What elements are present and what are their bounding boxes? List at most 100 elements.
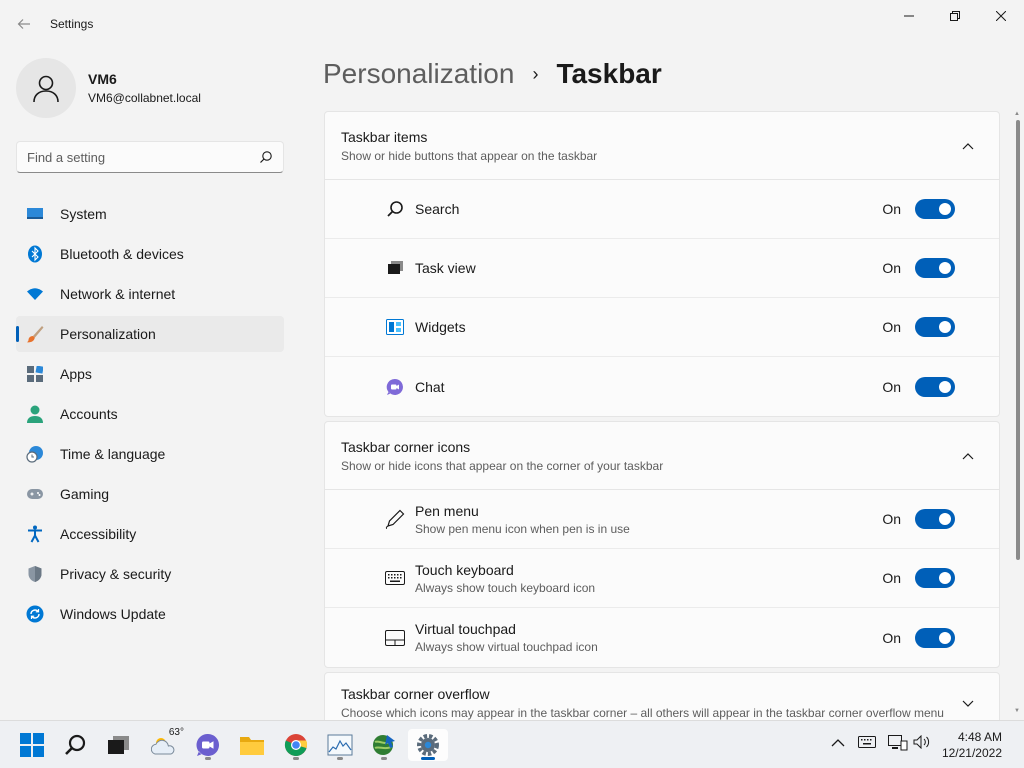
setting-row-search: Search On: [325, 180, 999, 239]
system-clock[interactable]: 4:48 AM 12/21/2022: [942, 729, 1002, 761]
sidebar-item-bluetooth[interactable]: Bluetooth & devices: [16, 236, 284, 272]
chrome-icon: [284, 734, 308, 756]
sidebar-item-label: Network & internet: [60, 286, 176, 302]
toggle-state-text: On: [882, 201, 901, 217]
wifi-icon: [26, 285, 44, 303]
search-toggle[interactable]: [915, 199, 955, 219]
setting-label: Virtual touchpad: [415, 621, 516, 637]
sidebar-item-time-language[interactable]: Time & language: [16, 436, 284, 472]
breadcrumb: Personalization › Taskbar: [323, 58, 662, 90]
taskbar-items-header[interactable]: Taskbar items Show or hide buttons that …: [325, 112, 999, 180]
performance-monitor-button[interactable]: [320, 729, 360, 761]
sidebar-item-label: Accessibility: [60, 526, 137, 542]
volume-icon[interactable]: [913, 734, 931, 752]
task-view-toggle[interactable]: [915, 258, 955, 278]
widgets-toggle[interactable]: [915, 317, 955, 337]
virtual-touchpad-toggle[interactable]: [915, 627, 955, 648]
scroll-down-arrow[interactable]: ▼: [1014, 708, 1020, 714]
profile-email: VM6@collabnet.local: [88, 91, 201, 105]
setting-description: Always show touch keyboard icon: [415, 580, 596, 595]
sidebar-item-windows-update[interactable]: Windows Update: [16, 596, 284, 632]
setting-description: Always show virtual touchpad icon: [415, 640, 598, 654]
back-button[interactable]: [12, 12, 36, 36]
taskbar-search-button[interactable]: [56, 729, 96, 761]
taskbar-items-card: Taskbar items Show or hide buttons that …: [324, 111, 1000, 417]
setting-row-task-view: Task view On: [325, 239, 999, 298]
accounts-icon: [26, 405, 44, 423]
sidebar-item-accounts[interactable]: Accounts: [16, 396, 284, 432]
pen-menu-toggle[interactable]: [915, 509, 955, 529]
restore-icon: [950, 11, 960, 21]
brush-icon: [26, 325, 44, 343]
breadcrumb-separator: ›: [532, 63, 539, 84]
chat-icon: [196, 733, 220, 756]
close-button[interactable]: [978, 0, 1024, 32]
widgets-weather-button[interactable]: 63°: [144, 727, 184, 761]
search-box[interactable]: [16, 141, 284, 173]
sidebar-item-system[interactable]: System: [16, 196, 284, 232]
setting-label: Touch keyboard: [415, 561, 514, 578]
setting-label: Task view: [415, 260, 476, 276]
task-view-icon: [108, 736, 129, 754]
keyboard-icon[interactable]: [858, 735, 876, 751]
avatar: [16, 58, 76, 118]
widgets-icon: [385, 317, 405, 337]
breadcrumb-parent[interactable]: Personalization: [323, 58, 514, 90]
setting-row-virtual-touchpad: Virtual touchpad Always show virtual tou…: [325, 608, 999, 667]
gear-icon: [417, 734, 439, 756]
maximize-button[interactable]: [932, 0, 978, 32]
sidebar-item-label: Privacy & security: [60, 566, 172, 582]
person-icon: [33, 75, 59, 103]
section-title: Taskbar corner overflow: [341, 686, 490, 702]
toggle-state-text: On: [882, 511, 901, 527]
section-subtitle: Show or hide buttons that appear on the …: [341, 148, 598, 163]
toggle-state-text: On: [882, 570, 901, 586]
sidebar-item-personalization[interactable]: Personalization: [16, 316, 284, 352]
sidebar-item-network[interactable]: Network & internet: [16, 276, 284, 312]
sidebar-item-accessibility[interactable]: Accessibility: [16, 516, 284, 552]
pen-icon: [385, 509, 405, 529]
section-title: Taskbar corner icons: [341, 438, 471, 455]
chevron-down-icon[interactable]: [953, 696, 983, 711]
accessibility-icon: [26, 525, 44, 543]
arrow-left-icon: [17, 19, 30, 29]
chevron-up-icon[interactable]: [831, 735, 845, 751]
network-globe-app-button[interactable]: [364, 729, 404, 761]
chart-app-icon: [327, 734, 353, 756]
setting-row-widgets: Widgets On: [325, 298, 999, 357]
touchpad-icon: [385, 628, 405, 648]
title-bar: Settings: [0, 0, 1024, 48]
section-subtitle: Show or hide icons that appear on the co…: [341, 458, 664, 473]
network-icon[interactable]: [888, 735, 908, 754]
system-icon: [26, 205, 44, 223]
taskbar-corner-icons-header[interactable]: Taskbar corner icons Show or hide icons …: [325, 422, 999, 490]
scroll-up-arrow[interactable]: ▲: [1014, 111, 1020, 117]
settings-app-button[interactable]: [408, 729, 448, 761]
sidebar-item-apps[interactable]: Apps: [16, 356, 284, 392]
task-view-button[interactable]: [98, 729, 138, 761]
user-profile[interactable]: VM6 VM6@collabnet.local: [16, 58, 201, 118]
clock-date: 12/21/2022: [941, 746, 1002, 760]
close-icon: [996, 11, 1006, 21]
touch-keyboard-toggle[interactable]: [915, 568, 955, 588]
page-title: Taskbar: [556, 58, 662, 89]
apps-icon: [26, 365, 44, 383]
sidebar-item-gaming[interactable]: Gaming: [16, 476, 284, 512]
chrome-button[interactable]: [276, 729, 316, 761]
minimize-button[interactable]: [886, 0, 932, 32]
sidebar-nav: System Bluetooth & devices Network & int…: [16, 196, 284, 636]
file-explorer-button[interactable]: [232, 729, 272, 761]
start-button[interactable]: [12, 729, 52, 761]
setting-label: Pen menu: [415, 502, 479, 519]
sidebar-item-privacy[interactable]: Privacy & security: [16, 556, 284, 592]
chat-toggle[interactable]: [915, 376, 955, 397]
profile-name: VM6: [88, 71, 117, 87]
toggle-state-text: On: [882, 319, 901, 335]
scrollbar-thumb[interactable]: [1016, 120, 1020, 560]
settings-content: Taskbar items Show or hide buttons that …: [324, 111, 1000, 738]
search-input[interactable]: [27, 149, 259, 165]
keyboard-icon: [385, 568, 405, 588]
chevron-up-icon[interactable]: [953, 448, 983, 463]
teams-chat-button[interactable]: [188, 729, 228, 761]
chevron-up-icon[interactable]: [953, 138, 983, 153]
